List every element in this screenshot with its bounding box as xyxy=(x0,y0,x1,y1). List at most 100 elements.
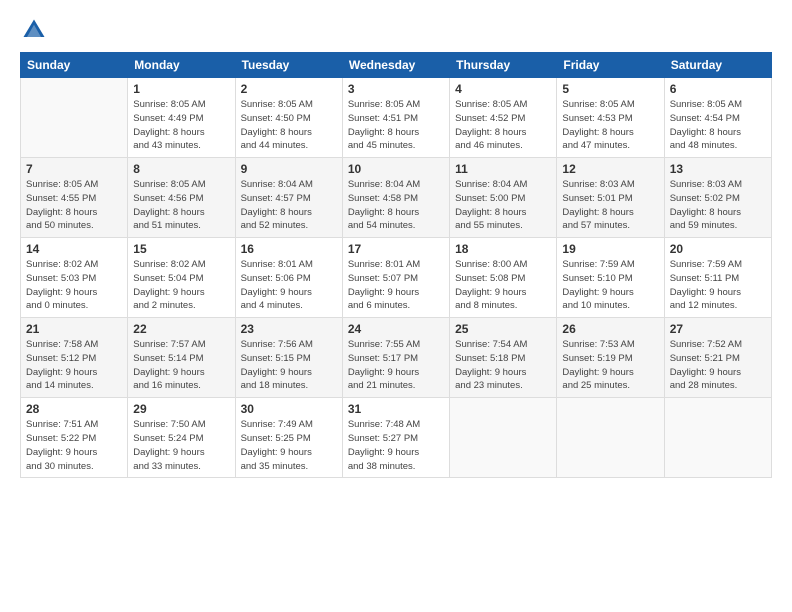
header-cell-friday: Friday xyxy=(557,53,664,78)
day-cell: 31 Sunrise: 7:48 AM Sunset: 5:27 PM Dayli… xyxy=(342,398,449,478)
calendar-body: 1 Sunrise: 8:05 AM Sunset: 4:49 PM Daylig… xyxy=(21,78,772,478)
day-number: 14 xyxy=(26,242,122,256)
day-info: Sunrise: 8:04 AM Sunset: 4:58 PM Dayligh… xyxy=(348,178,444,233)
day-number: 24 xyxy=(348,322,444,336)
day-cell: 12Sunrise: 8:03 AM Sunset: 5:01 PM Dayli… xyxy=(557,158,664,238)
day-cell: 9 Sunrise: 8:04 AM Sunset: 4:57 PM Daylig… xyxy=(235,158,342,238)
day-info: Sunrise: 7:58 AM Sunset: 5:12 PM Dayligh… xyxy=(26,338,122,393)
day-info: Sunrise: 8:05 AM Sunset: 4:54 PM Dayligh… xyxy=(670,98,766,153)
day-number: 3 xyxy=(348,82,444,96)
header xyxy=(20,16,772,44)
day-cell: 6 Sunrise: 8:05 AM Sunset: 4:54 PM Daylig… xyxy=(664,78,771,158)
day-info: Sunrise: 8:05 AM Sunset: 4:55 PM Dayligh… xyxy=(26,178,122,233)
day-number: 10 xyxy=(348,162,444,176)
day-cell: 16 Sunrise: 8:01 AM Sunset: 5:06 PM Dayli… xyxy=(235,238,342,318)
day-cell: 7 Sunrise: 8:05 AM Sunset: 4:55 PM Daylig… xyxy=(21,158,128,238)
day-info: Sunrise: 8:05 AM Sunset: 4:56 PM Dayligh… xyxy=(133,178,229,233)
day-info: Sunrise: 7:55 AM Sunset: 5:17 PM Dayligh… xyxy=(348,338,444,393)
day-number: 26 xyxy=(562,322,658,336)
day-cell: 26 Sunrise: 7:53 AM Sunset: 5:19 PM Dayli… xyxy=(557,318,664,398)
day-info: Sunrise: 7:56 AM Sunset: 5:15 PM Dayligh… xyxy=(241,338,337,393)
week-row-4: 21Sunrise: 7:58 AM Sunset: 5:12 PM Dayli… xyxy=(21,318,772,398)
day-info: Sunrise: 7:54 AM Sunset: 5:18 PM Dayligh… xyxy=(455,338,551,393)
day-number: 20 xyxy=(670,242,766,256)
day-info: Sunrise: 8:04 AM Sunset: 4:57 PM Dayligh… xyxy=(241,178,337,233)
day-cell: 19 Sunrise: 7:59 AM Sunset: 5:10 PM Dayli… xyxy=(557,238,664,318)
day-number: 2 xyxy=(241,82,337,96)
day-cell: 20Sunrise: 7:59 AM Sunset: 5:11 PM Dayli… xyxy=(664,238,771,318)
header-cell-monday: Monday xyxy=(128,53,235,78)
day-info: Sunrise: 8:05 AM Sunset: 4:52 PM Dayligh… xyxy=(455,98,551,153)
day-info: Sunrise: 8:05 AM Sunset: 4:51 PM Dayligh… xyxy=(348,98,444,153)
day-cell: 10 Sunrise: 8:04 AM Sunset: 4:58 PM Dayli… xyxy=(342,158,449,238)
day-cell: 2 Sunrise: 8:05 AM Sunset: 4:50 PM Daylig… xyxy=(235,78,342,158)
calendar-header: SundayMondayTuesdayWednesdayThursdayFrid… xyxy=(21,53,772,78)
day-number: 15 xyxy=(133,242,229,256)
day-info: Sunrise: 8:00 AM Sunset: 5:08 PM Dayligh… xyxy=(455,258,551,313)
week-row-2: 7 Sunrise: 8:05 AM Sunset: 4:55 PM Daylig… xyxy=(21,158,772,238)
header-cell-saturday: Saturday xyxy=(664,53,771,78)
day-number: 8 xyxy=(133,162,229,176)
day-cell: 11 Sunrise: 8:04 AM Sunset: 5:00 PM Dayli… xyxy=(450,158,557,238)
day-number: 28 xyxy=(26,402,122,416)
day-number: 27 xyxy=(670,322,766,336)
day-info: Sunrise: 7:51 AM Sunset: 5:22 PM Dayligh… xyxy=(26,418,122,473)
logo xyxy=(20,16,52,44)
header-cell-tuesday: Tuesday xyxy=(235,53,342,78)
day-cell xyxy=(21,78,128,158)
day-info: Sunrise: 8:02 AM Sunset: 5:04 PM Dayligh… xyxy=(133,258,229,313)
day-number: 6 xyxy=(670,82,766,96)
day-info: Sunrise: 7:50 AM Sunset: 5:24 PM Dayligh… xyxy=(133,418,229,473)
day-cell: 14 Sunrise: 8:02 AM Sunset: 5:03 PM Dayli… xyxy=(21,238,128,318)
day-cell: 5Sunrise: 8:05 AM Sunset: 4:53 PM Daylig… xyxy=(557,78,664,158)
day-number: 25 xyxy=(455,322,551,336)
day-cell: 23 Sunrise: 7:56 AM Sunset: 5:15 PM Dayli… xyxy=(235,318,342,398)
day-cell: 21Sunrise: 7:58 AM Sunset: 5:12 PM Dayli… xyxy=(21,318,128,398)
day-info: Sunrise: 8:01 AM Sunset: 5:07 PM Dayligh… xyxy=(348,258,444,313)
day-number: 23 xyxy=(241,322,337,336)
day-number: 17 xyxy=(348,242,444,256)
day-number: 19 xyxy=(562,242,658,256)
day-number: 16 xyxy=(241,242,337,256)
day-number: 18 xyxy=(455,242,551,256)
day-cell: 30 Sunrise: 7:49 AM Sunset: 5:25 PM Dayli… xyxy=(235,398,342,478)
day-info: Sunrise: 8:05 AM Sunset: 4:50 PM Dayligh… xyxy=(241,98,337,153)
day-info: Sunrise: 8:01 AM Sunset: 5:06 PM Dayligh… xyxy=(241,258,337,313)
header-cell-wednesday: Wednesday xyxy=(342,53,449,78)
day-cell: 25 Sunrise: 7:54 AM Sunset: 5:18 PM Dayli… xyxy=(450,318,557,398)
day-number: 7 xyxy=(26,162,122,176)
day-number: 11 xyxy=(455,162,551,176)
day-cell: 13 Sunrise: 8:03 AM Sunset: 5:02 PM Dayli… xyxy=(664,158,771,238)
day-number: 13 xyxy=(670,162,766,176)
day-info: Sunrise: 8:03 AM Sunset: 5:02 PM Dayligh… xyxy=(670,178,766,233)
week-row-3: 14 Sunrise: 8:02 AM Sunset: 5:03 PM Dayli… xyxy=(21,238,772,318)
day-info: Sunrise: 8:02 AM Sunset: 5:03 PM Dayligh… xyxy=(26,258,122,313)
day-info: Sunrise: 7:59 AM Sunset: 5:10 PM Dayligh… xyxy=(562,258,658,313)
day-info: Sunrise: 7:53 AM Sunset: 5:19 PM Dayligh… xyxy=(562,338,658,393)
day-cell: 29Sunrise: 7:50 AM Sunset: 5:24 PM Dayli… xyxy=(128,398,235,478)
day-cell: 17 Sunrise: 8:01 AM Sunset: 5:07 PM Dayli… xyxy=(342,238,449,318)
day-info: Sunrise: 8:05 AM Sunset: 4:49 PM Dayligh… xyxy=(133,98,229,153)
week-row-5: 28 Sunrise: 7:51 AM Sunset: 5:22 PM Dayli… xyxy=(21,398,772,478)
day-info: Sunrise: 8:04 AM Sunset: 5:00 PM Dayligh… xyxy=(455,178,551,233)
calendar-table: SundayMondayTuesdayWednesdayThursdayFrid… xyxy=(20,52,772,478)
day-number: 9 xyxy=(241,162,337,176)
header-cell-thursday: Thursday xyxy=(450,53,557,78)
page: SundayMondayTuesdayWednesdayThursdayFrid… xyxy=(0,0,792,612)
day-cell xyxy=(557,398,664,478)
day-info: Sunrise: 7:57 AM Sunset: 5:14 PM Dayligh… xyxy=(133,338,229,393)
day-number: 31 xyxy=(348,402,444,416)
logo-icon xyxy=(20,16,48,44)
day-number: 4 xyxy=(455,82,551,96)
day-number: 12 xyxy=(562,162,658,176)
day-info: Sunrise: 7:49 AM Sunset: 5:25 PM Dayligh… xyxy=(241,418,337,473)
header-row: SundayMondayTuesdayWednesdayThursdayFrid… xyxy=(21,53,772,78)
day-info: Sunrise: 7:48 AM Sunset: 5:27 PM Dayligh… xyxy=(348,418,444,473)
day-cell: 18 Sunrise: 8:00 AM Sunset: 5:08 PM Dayli… xyxy=(450,238,557,318)
day-cell: 24 Sunrise: 7:55 AM Sunset: 5:17 PM Dayli… xyxy=(342,318,449,398)
day-cell xyxy=(450,398,557,478)
day-cell: 22Sunrise: 7:57 AM Sunset: 5:14 PM Dayli… xyxy=(128,318,235,398)
day-number: 1 xyxy=(133,82,229,96)
day-number: 30 xyxy=(241,402,337,416)
day-cell: 4 Sunrise: 8:05 AM Sunset: 4:52 PM Daylig… xyxy=(450,78,557,158)
